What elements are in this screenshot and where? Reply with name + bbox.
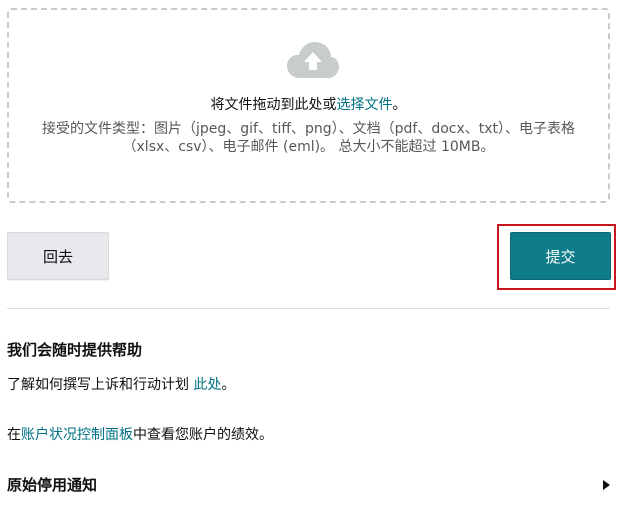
notice-label: 原始停用通知 (7, 476, 98, 494)
file-dropzone[interactable]: 将文件拖动到此处或选择文件。 接受的文件类型：图片（jpeg、gif、tiff、… (7, 8, 610, 203)
accepted-file-types: 接受的文件类型：图片（jpeg、gif、tiff、png）、文档（pdf、doc… (41, 121, 576, 155)
dropzone-instruction: 将文件拖动到此处或选择文件。 (210, 97, 407, 113)
section-divider (7, 308, 610, 309)
caret-right-icon (603, 480, 610, 490)
help-section-title: 我们会随时提供帮助 (7, 341, 143, 359)
page: 将文件拖动到此处或选择文件。 接受的文件类型：图片（jpeg、gif、tiff、… (0, 0, 624, 532)
account-health-dashboard-link[interactable]: 账户状况控制面板 (21, 427, 133, 443)
back-button[interactable]: 回去 (7, 232, 109, 280)
account-health-text: 在账户状况控制面板中查看您账户的绩效。 (7, 427, 273, 443)
original-deactivation-notice-toggle[interactable]: 原始停用通知 (7, 474, 610, 498)
appeal-guide-text: 了解如何撰写上诉和行动计划 此处。 (7, 377, 236, 393)
submit-button[interactable]: 提交 (510, 232, 611, 280)
cloud-upload-icon (287, 42, 339, 78)
appeal-guide-link[interactable]: 此处 (193, 377, 221, 393)
select-file-link[interactable]: 选择文件 (337, 97, 393, 113)
